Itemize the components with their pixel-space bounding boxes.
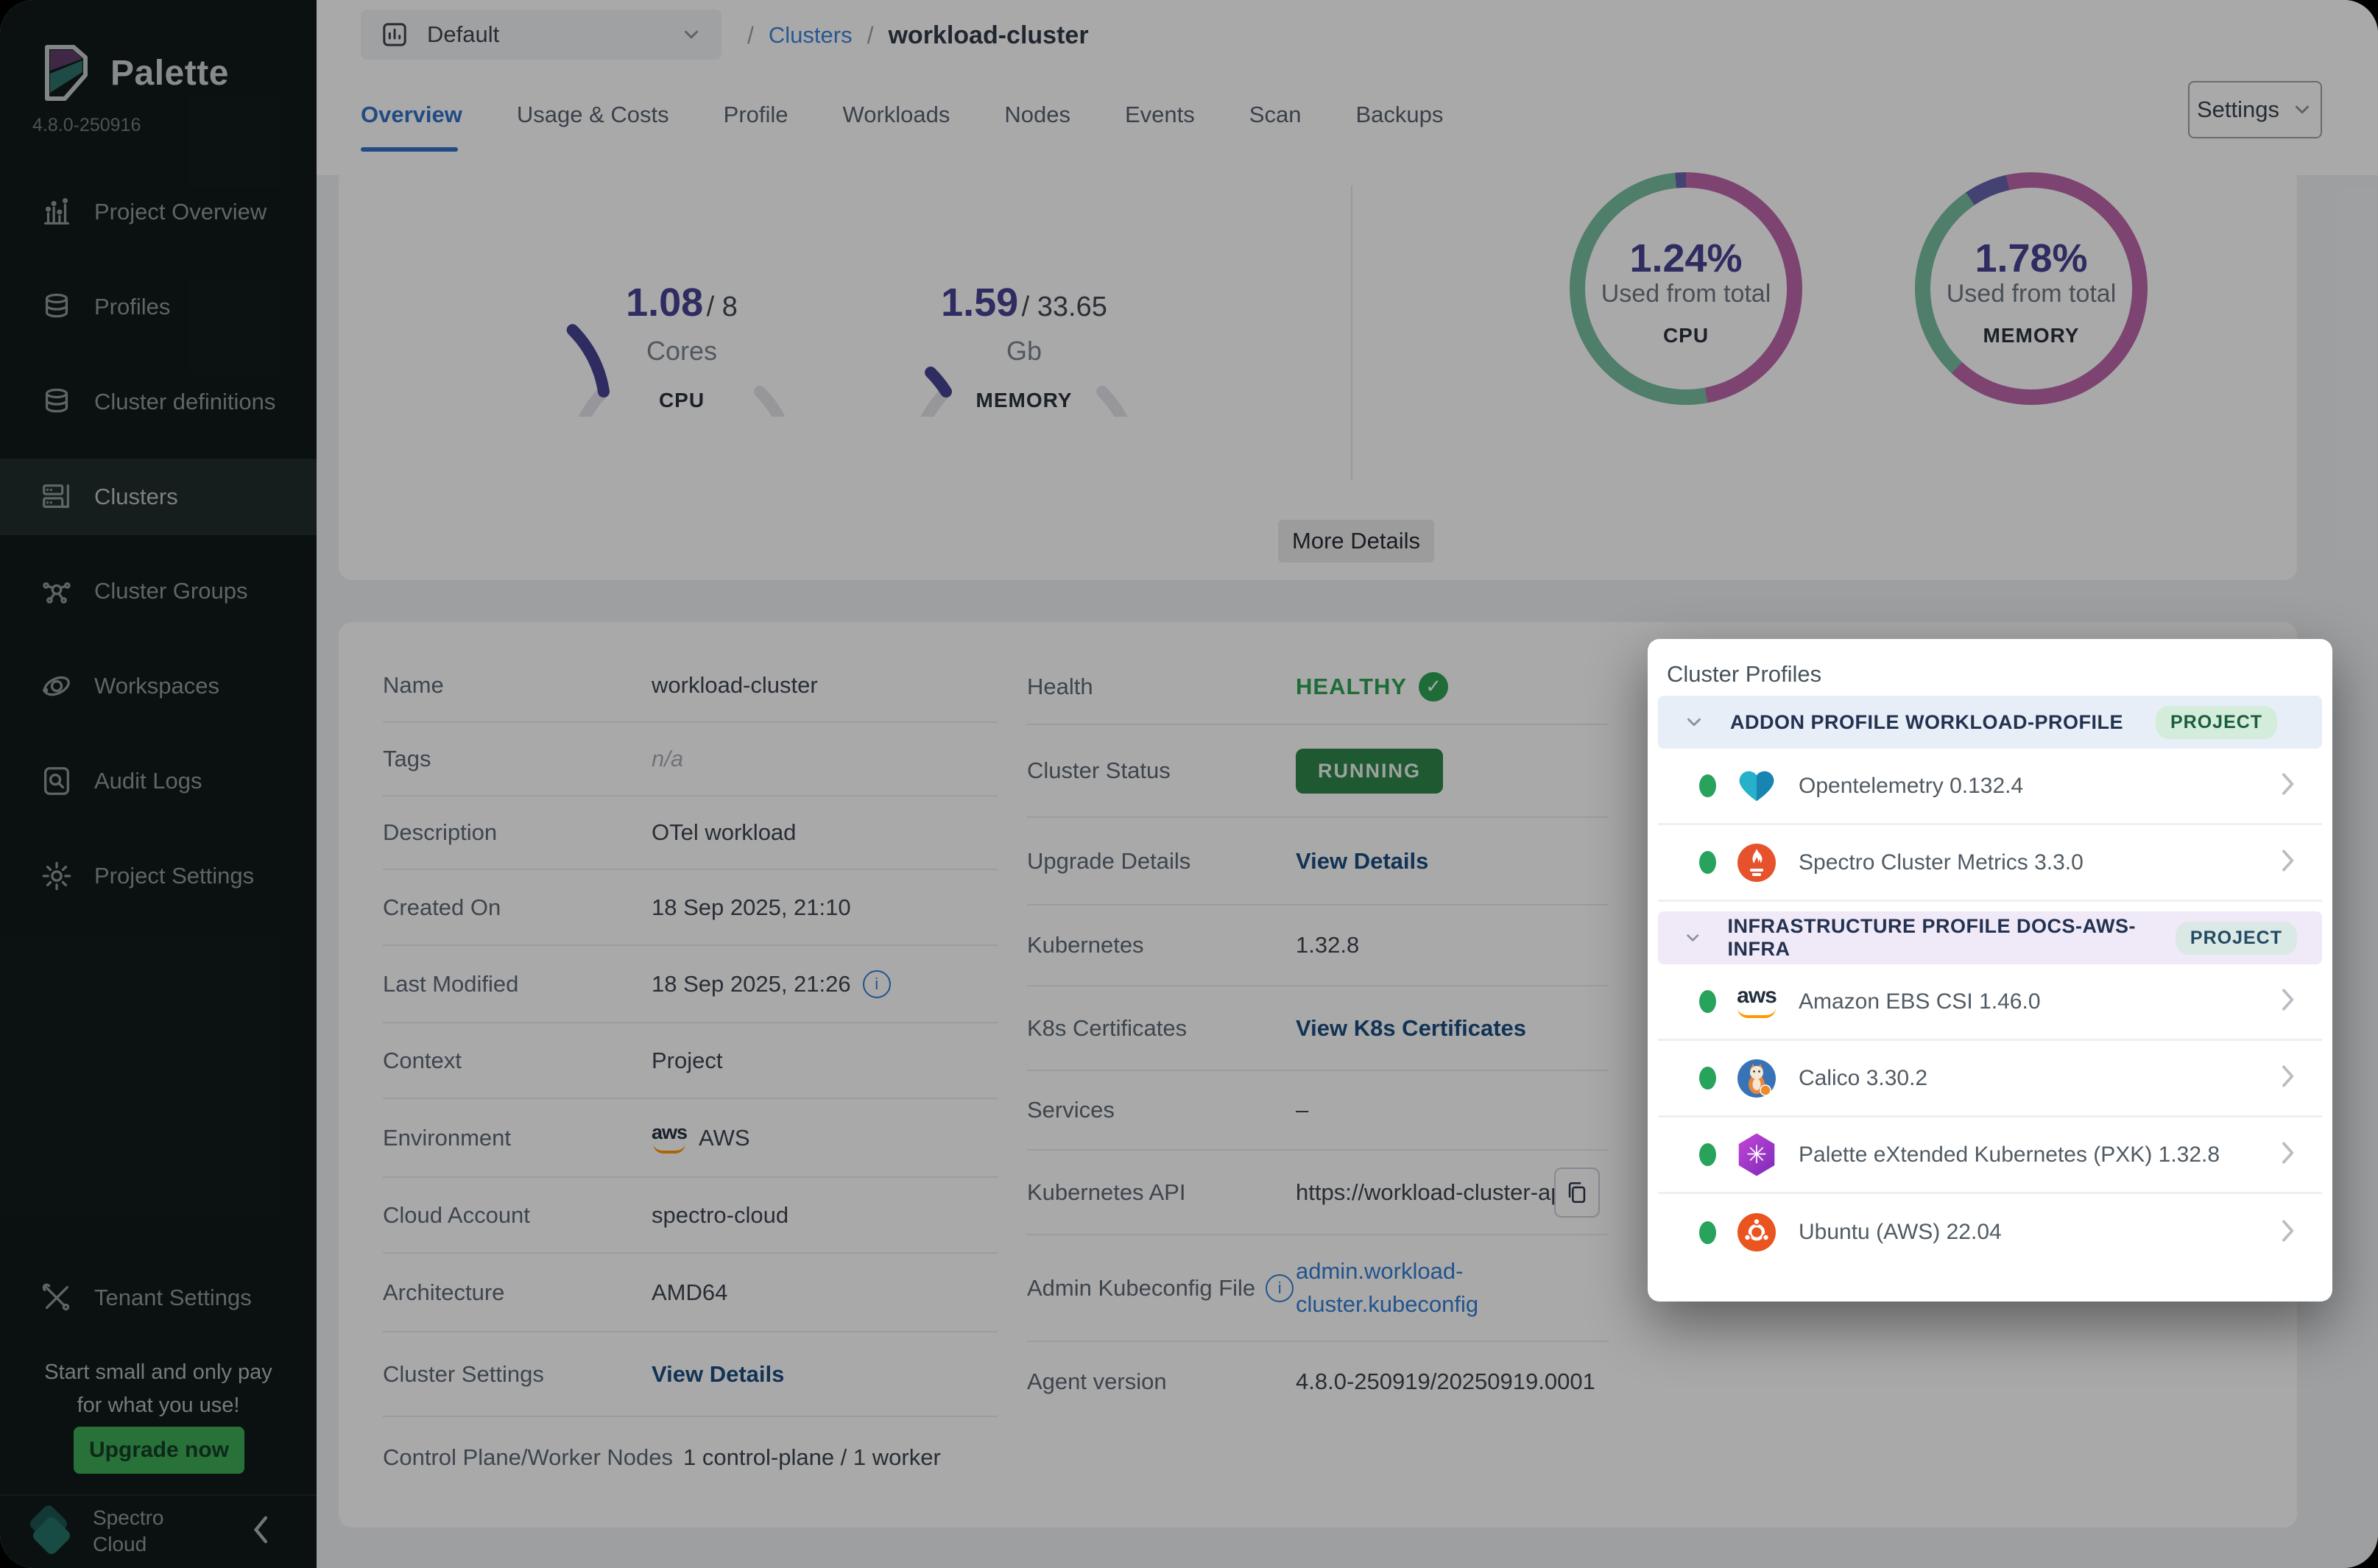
profile-item-spectro-cluster-metrics[interactable]: Spectro Cluster Metrics 3.3.0	[1658, 825, 2322, 902]
status-dot-icon	[1699, 1143, 1716, 1166]
status-dot-icon	[1699, 851, 1716, 874]
profile-item-label: Palette eXtended Kubernetes (PXK) 1.32.8	[1799, 1143, 2278, 1168]
status-dot-icon	[1699, 990, 1716, 1013]
calico-icon	[1735, 1057, 1778, 1100]
profile-item-ubuntu[interactable]: Ubuntu (AWS) 22.04	[1658, 1194, 2322, 1271]
chevron-right-icon	[2278, 847, 2297, 878]
profile-item-label: Opentelemetry 0.132.4	[1799, 774, 2278, 799]
status-dot-icon	[1699, 1221, 1716, 1244]
chevron-right-icon	[2278, 770, 2297, 802]
aws-icon: aws	[1735, 981, 1778, 1023]
project-badge: PROJECT	[2156, 706, 2277, 739]
addon-profile-section-header[interactable]: ADDON PROFILE WORKLOAD-PROFILE PROJECT	[1658, 696, 2322, 749]
project-badge: PROJECT	[2176, 922, 2297, 955]
chevron-down-icon	[1683, 927, 1702, 949]
status-dot-icon	[1699, 1067, 1716, 1090]
panel-title: Cluster Profiles	[1667, 661, 1821, 688]
opentelemetry-icon	[1735, 765, 1778, 808]
chevron-down-icon	[1683, 711, 1705, 733]
infrastructure-profile-section-header[interactable]: INFRASTRUCTURE PROFILE DOCS-AWS-INFRA PR…	[1658, 911, 2322, 964]
chevron-right-icon	[2278, 986, 2297, 1017]
app-window: Palette 4.8.0-250916 Project Overview Pr…	[0, 0, 2378, 1568]
chevron-right-icon	[2278, 1062, 2297, 1094]
profile-item-label: Ubuntu (AWS) 22.04	[1799, 1220, 2278, 1245]
profile-item-amazon-ebs-csi[interactable]: aws Amazon EBS CSI 1.46.0	[1658, 964, 2322, 1041]
section-header-label: INFRASTRUCTURE PROFILE DOCS-AWS-INFRA	[1727, 915, 2142, 961]
profile-item-pxk[interactable]: ✳ Palette eXtended Kubernetes (PXK) 1.32…	[1658, 1117, 2322, 1194]
profile-item-label: Calico 3.30.2	[1799, 1066, 2278, 1091]
chevron-right-icon	[2278, 1217, 2297, 1249]
status-dot-icon	[1699, 774, 1716, 797]
pxk-icon: ✳	[1735, 1134, 1778, 1176]
section-header-label: ADDON PROFILE WORKLOAD-PROFILE	[1730, 711, 2123, 734]
profile-item-calico[interactable]: Calico 3.30.2	[1658, 1041, 2322, 1117]
profile-item-label: Amazon EBS CSI 1.46.0	[1799, 989, 2278, 1014]
profile-item-opentelemetry[interactable]: Opentelemetry 0.132.4	[1658, 749, 2322, 825]
profile-item-label: Spectro Cluster Metrics 3.3.0	[1799, 850, 2278, 875]
ubuntu-icon	[1735, 1211, 1778, 1254]
chevron-right-icon	[2278, 1139, 2297, 1170]
cluster-profiles-panel: Cluster Profiles ADDON PROFILE WORKLOAD-…	[1648, 639, 2332, 1302]
prometheus-icon	[1735, 841, 1778, 884]
